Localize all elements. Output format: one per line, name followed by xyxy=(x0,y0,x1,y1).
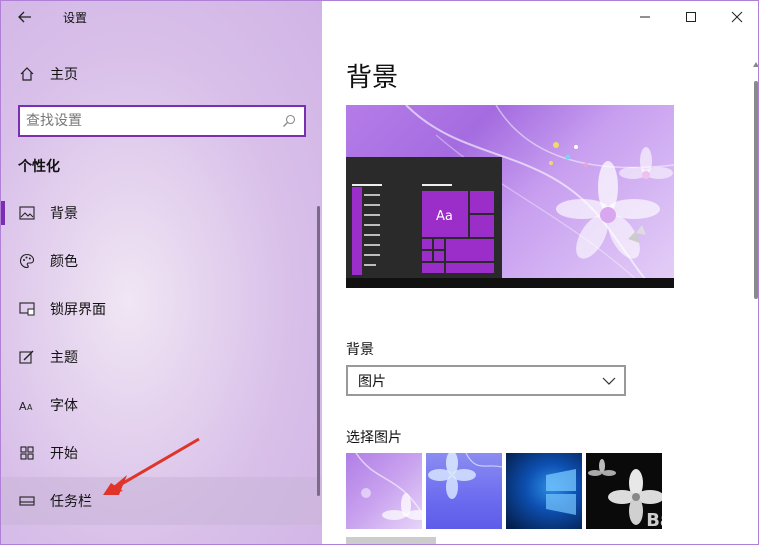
search-input[interactable] xyxy=(26,111,276,131)
selection-indicator xyxy=(1,201,5,225)
close-icon xyxy=(731,11,743,23)
title-bar: 设置 xyxy=(1,1,322,33)
lock-screen-icon xyxy=(18,300,36,318)
maximize-icon xyxy=(686,12,696,22)
sidebar: 设置 主页 个性化 xyxy=(1,1,322,544)
start-icon xyxy=(18,444,36,462)
page-title: 背景 xyxy=(346,63,399,93)
sidebar-item-label: 颜色 xyxy=(50,254,78,270)
settings-window: 设置 主页 个性化 xyxy=(0,0,759,545)
content-scrollbar[interactable] xyxy=(754,81,758,299)
sidebar-item-label: 字体 xyxy=(50,398,78,414)
section-title: 个性化 xyxy=(18,159,60,175)
sidebar-scrollbar[interactable] xyxy=(317,206,320,496)
back-button[interactable] xyxy=(13,6,37,28)
search-box[interactable] xyxy=(18,105,306,137)
scroll-up-icon[interactable] xyxy=(752,61,759,69)
home-label: 主页 xyxy=(50,67,78,83)
sidebar-item-themes[interactable]: 主题 xyxy=(1,333,322,381)
background-label: 背景 xyxy=(346,342,374,358)
chevron-down-icon xyxy=(602,377,616,385)
choose-picture-label: 选择图片 xyxy=(346,430,402,446)
search-icon[interactable] xyxy=(282,113,298,129)
picture-icon xyxy=(18,204,36,222)
sidebar-item-lock-screen[interactable]: 锁屏界面 xyxy=(1,285,322,333)
minimize-icon xyxy=(640,16,650,18)
preview-start-graphic xyxy=(352,184,494,275)
sidebar-item-fonts[interactable]: A A 字体 xyxy=(1,381,322,429)
background-preview: Aa xyxy=(346,105,674,288)
maximize-button[interactable] xyxy=(668,1,714,33)
sidebar-item-label: 任务栏 xyxy=(50,494,92,510)
thumbnail-blue-floral[interactable] xyxy=(426,453,502,529)
preview-start-menu: Aa xyxy=(346,157,502,278)
preview-tile-text: Aa xyxy=(436,209,453,224)
theme-brush-icon xyxy=(18,348,36,366)
sidebar-item-label: 主题 xyxy=(50,350,78,366)
sidebar-item-home[interactable]: 主页 xyxy=(1,59,322,89)
palette-icon xyxy=(18,252,36,270)
sidebar-item-label: 锁屏界面 xyxy=(50,302,106,318)
back-arrow-icon xyxy=(18,11,31,23)
home-icon xyxy=(18,65,36,83)
svg-text:A: A xyxy=(19,400,27,412)
annotation-arrow-icon xyxy=(103,437,200,495)
thumbnail-windows-blue[interactable] xyxy=(506,453,582,529)
minimize-button[interactable] xyxy=(622,1,668,33)
browse-button[interactable] xyxy=(346,537,436,544)
content-pane: 背景 Aa 背景 图片 选择图片 Baidu经验 jingyan.baidu.c… xyxy=(322,1,759,544)
watermark-url: jingyan.baidu.com xyxy=(653,533,746,544)
preview-taskbar xyxy=(346,278,674,288)
close-button[interactable] xyxy=(714,1,758,33)
sidebar-item-background[interactable]: 背景 xyxy=(1,189,322,237)
window-title: 设置 xyxy=(63,11,88,25)
sidebar-item-label: 背景 xyxy=(50,206,78,222)
taskbar-icon xyxy=(18,492,36,510)
background-dropdown[interactable]: 图片 xyxy=(346,365,626,396)
picture-thumbnails xyxy=(346,453,662,529)
font-icon: A A xyxy=(18,396,36,414)
window-controls xyxy=(622,1,758,33)
svg-text:A: A xyxy=(27,403,33,412)
sidebar-item-colors[interactable]: 颜色 xyxy=(1,237,322,285)
background-dropdown-value: 图片 xyxy=(358,373,386,390)
watermark-logo: Baidu经验 xyxy=(646,510,740,531)
thumbnail-purple-floral[interactable] xyxy=(346,453,422,529)
sidebar-item-label: 开始 xyxy=(50,446,78,462)
